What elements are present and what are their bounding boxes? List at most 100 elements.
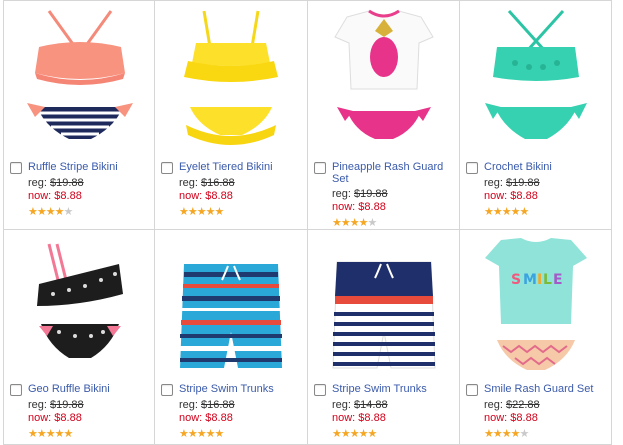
compare-checkbox[interactable] bbox=[466, 162, 478, 174]
smile-rash-guard-image[interactable]: S M I L E bbox=[475, 236, 597, 384]
star-filled-icon: ★ bbox=[484, 428, 494, 440]
now-label: now: bbox=[332, 412, 359, 424]
now-label: now: bbox=[179, 412, 206, 424]
product-name-link[interactable]: Geo Ruffle Bikini bbox=[28, 383, 110, 395]
star-filled-icon: ★ bbox=[492, 206, 503, 218]
pineapple-rash-guard-image[interactable] bbox=[323, 7, 445, 155]
product-card: Crochet Bikini reg: $19.88 now: $8.88 ★★… bbox=[460, 0, 612, 230]
stripe-swim-trunks-image[interactable] bbox=[170, 236, 292, 384]
geo-ruffle-bikini-image[interactable] bbox=[19, 236, 141, 384]
product-name-link[interactable]: Stripe Swim Trunks bbox=[332, 383, 427, 395]
star-filled-icon: ★ bbox=[349, 217, 360, 229]
product-name-link[interactable]: Pineapple Rash Guard Set bbox=[332, 161, 455, 185]
star-rating: ★★★★★ bbox=[332, 428, 455, 440]
star-filled-icon: ★ bbox=[54, 428, 65, 440]
star-filled-icon: ★ bbox=[340, 217, 351, 229]
now-price: $8.88 bbox=[54, 190, 82, 202]
star-filled-icon: ★ bbox=[179, 428, 189, 440]
product-card: Pineapple Rash Guard Set reg: $19.88 now… bbox=[308, 0, 460, 230]
compare-checkbox[interactable] bbox=[10, 162, 22, 174]
now-price: $8.88 bbox=[510, 412, 538, 424]
star-empty-icon: ★ bbox=[519, 428, 530, 440]
compare-checkbox[interactable] bbox=[466, 384, 478, 396]
reg-price: $16.88 bbox=[201, 399, 235, 411]
star-filled-icon: ★ bbox=[358, 217, 369, 229]
star-rating: ★★★★★ bbox=[179, 428, 303, 440]
product-name-link[interactable]: Ruffle Stripe Bikini bbox=[28, 161, 118, 173]
star-filled-icon: ★ bbox=[214, 428, 225, 440]
star-empty-icon: ★ bbox=[367, 217, 378, 229]
now-label: now: bbox=[28, 412, 55, 424]
star-filled-icon: ★ bbox=[367, 428, 378, 440]
star-rating: ★★★★★ bbox=[332, 217, 455, 229]
star-filled-icon: ★ bbox=[519, 206, 530, 218]
star-filled-icon: ★ bbox=[340, 428, 351, 440]
reg-price: $19.88 bbox=[506, 177, 540, 189]
star-empty-icon: ★ bbox=[63, 206, 74, 218]
star-filled-icon: ★ bbox=[484, 206, 494, 218]
compare-checkbox[interactable] bbox=[314, 384, 326, 396]
star-filled-icon: ★ bbox=[54, 206, 65, 218]
now-label: now: bbox=[28, 190, 55, 202]
navy-stripe-swim-trunks-image[interactable] bbox=[323, 236, 445, 384]
star-filled-icon: ★ bbox=[510, 428, 521, 440]
compare-checkbox[interactable] bbox=[161, 384, 173, 396]
star-rating: ★★★★★ bbox=[28, 206, 150, 218]
reg-label: reg: bbox=[332, 399, 355, 411]
star-filled-icon: ★ bbox=[28, 428, 38, 440]
star-rating: ★★★★★ bbox=[484, 206, 607, 218]
star-filled-icon: ★ bbox=[214, 206, 225, 218]
now-label: now: bbox=[484, 412, 511, 424]
product-name-link[interactable]: Stripe Swim Trunks bbox=[179, 383, 274, 395]
reg-label: reg: bbox=[179, 177, 202, 189]
now-label: now: bbox=[332, 201, 359, 213]
star-filled-icon: ★ bbox=[63, 428, 74, 440]
eyelet-tiered-bikini-image[interactable] bbox=[170, 7, 292, 155]
compare-checkbox[interactable] bbox=[10, 384, 22, 396]
svg-text:M: M bbox=[523, 272, 537, 288]
star-filled-icon: ★ bbox=[187, 428, 198, 440]
star-rating: ★★★★★ bbox=[28, 428, 150, 440]
svg-text:I: I bbox=[537, 272, 542, 288]
product-grid: Ruffle Stripe Bikini reg: $19.88 now: $8… bbox=[3, 0, 623, 445]
reg-price: $16.88 bbox=[201, 177, 235, 189]
product-name-link[interactable]: Crochet Bikini bbox=[484, 161, 552, 173]
reg-label: reg: bbox=[179, 399, 202, 411]
crochet-bikini-image[interactable] bbox=[475, 7, 597, 155]
star-filled-icon: ★ bbox=[36, 206, 47, 218]
star-filled-icon: ★ bbox=[501, 206, 512, 218]
compare-checkbox[interactable] bbox=[314, 162, 326, 174]
star-rating: ★★★★★ bbox=[179, 206, 303, 218]
ruffle-stripe-bikini-image[interactable] bbox=[19, 7, 141, 155]
reg-label: reg: bbox=[28, 399, 51, 411]
star-filled-icon: ★ bbox=[36, 428, 47, 440]
svg-text:S: S bbox=[511, 272, 521, 288]
product-name-link[interactable]: Smile Rash Guard Set bbox=[484, 383, 593, 395]
star-filled-icon: ★ bbox=[196, 206, 207, 218]
product-card: Geo Ruffle Bikini reg: $19.88 now: $8.88… bbox=[3, 230, 155, 445]
reg-label: reg: bbox=[28, 177, 51, 189]
reg-price: $19.88 bbox=[50, 399, 84, 411]
star-filled-icon: ★ bbox=[492, 428, 503, 440]
reg-label: reg: bbox=[484, 177, 507, 189]
star-filled-icon: ★ bbox=[349, 428, 360, 440]
now-price: $8.88 bbox=[205, 412, 233, 424]
reg-price: $22.88 bbox=[506, 399, 540, 411]
product-card: Eyelet Tiered Bikini reg: $16.88 now: $8… bbox=[155, 0, 308, 230]
product-card: S M I L E Smile Rash Guard Set reg: $22.… bbox=[460, 230, 612, 445]
now-price: $8.88 bbox=[510, 190, 538, 202]
reg-price: $19.88 bbox=[50, 177, 84, 189]
star-filled-icon: ★ bbox=[45, 206, 56, 218]
now-label: now: bbox=[179, 190, 206, 202]
star-filled-icon: ★ bbox=[332, 428, 342, 440]
star-filled-icon: ★ bbox=[179, 206, 189, 218]
product-card: Stripe Swim Trunks reg: $14.88 now: $8.8… bbox=[308, 230, 460, 445]
star-filled-icon: ★ bbox=[332, 217, 342, 229]
compare-checkbox[interactable] bbox=[161, 162, 173, 174]
product-name-link[interactable]: Eyelet Tiered Bikini bbox=[179, 161, 273, 173]
reg-price: $14.88 bbox=[354, 399, 388, 411]
svg-text:L: L bbox=[543, 272, 552, 288]
now-label: now: bbox=[484, 190, 511, 202]
now-price: $8.88 bbox=[205, 190, 233, 202]
star-filled-icon: ★ bbox=[205, 206, 216, 218]
